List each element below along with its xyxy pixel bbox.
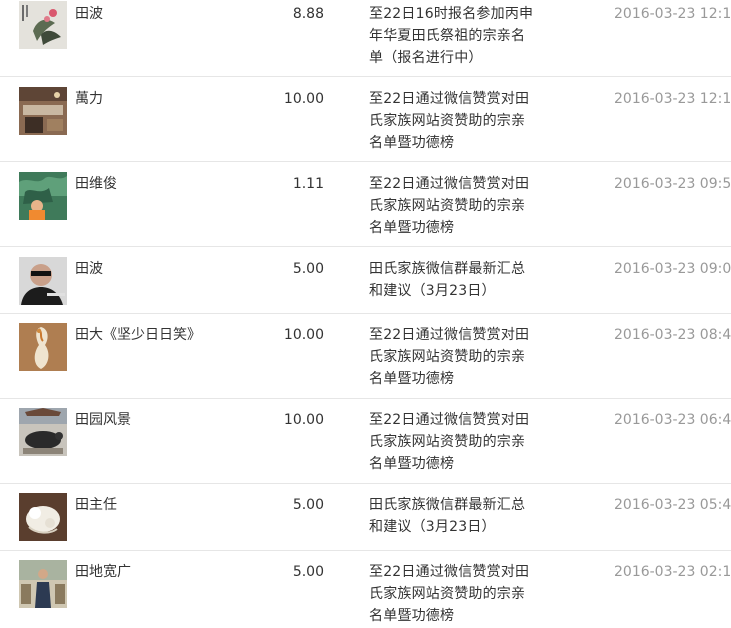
- donor-name[interactable]: 田波: [75, 261, 103, 277]
- room-interior-avatar[interactable]: [19, 87, 67, 135]
- donation-time: 2016-03-23 02:11: [614, 564, 731, 580]
- donation-amount: 5.00: [292, 261, 324, 277]
- donation-purpose-link[interactable]: 至22日通过微信赞赏对田氏家族网站资赞助的宗亲名单暨功德榜: [369, 173, 539, 239]
- turtle-statue-avatar[interactable]: [19, 408, 67, 456]
- list-item: 田主任 5.00 田氏家族微信群最新汇总和建议（3月23日） 2016-03-2…: [0, 484, 731, 551]
- donor-name[interactable]: 田大《坚少日日笑》: [75, 327, 201, 343]
- list-item: 萬力 10.00 至22日通过微信赞赏对田氏家族网站资赞助的宗亲名单暨功德榜 2…: [0, 77, 731, 162]
- donation-amount: 1.11: [292, 176, 324, 192]
- person-standing-avatar[interactable]: [19, 560, 67, 608]
- donor-name[interactable]: 田主任: [75, 497, 117, 513]
- donation-amount: 10.00: [283, 91, 324, 107]
- list-item: 田维俊 1.11 至22日通过微信赞赏对田氏家族网站资赞助的宗亲名单暨功德榜 2…: [0, 162, 731, 247]
- donation-time: 2016-03-23 12:15: [614, 91, 731, 107]
- white-jade-avatar[interactable]: [19, 493, 67, 541]
- donor-name[interactable]: 田维俊: [75, 176, 117, 192]
- donation-purpose-link[interactable]: 至22日通过微信赞赏对田氏家族网站资赞助的宗亲名单暨功德榜: [369, 324, 539, 390]
- donation-purpose-link[interactable]: 至22日通过微信赞赏对田氏家族网站资赞助的宗亲名单暨功德榜: [369, 561, 539, 627]
- plants-person-avatar[interactable]: [19, 172, 67, 220]
- donor-name[interactable]: 田园风景: [75, 412, 131, 428]
- donation-amount: 5.00: [292, 564, 324, 580]
- donation-time: 2016-03-23 06:44: [614, 412, 731, 428]
- donor-name[interactable]: 田地宽广: [75, 564, 131, 580]
- list-item: 田地宽广 5.00 至22日通过微信赞赏对田氏家族网站资赞助的宗亲名单暨功德榜 …: [0, 551, 731, 628]
- donation-amount: 8.88: [292, 6, 324, 22]
- list-item: 田波 5.00 田氏家族微信群最新汇总和建议（3月23日） 2016-03-23…: [0, 247, 731, 314]
- calligraphy-painting-avatar[interactable]: [19, 1, 67, 49]
- donation-purpose-link[interactable]: 至22日通过微信赞赏对田氏家族网站资赞助的宗亲名单暨功德榜: [369, 88, 539, 154]
- donation-amount: 10.00: [283, 327, 324, 343]
- list-item: 田园风景 10.00 至22日通过微信赞赏对田氏家族网站资赞助的宗亲名单暨功德榜…: [0, 399, 731, 484]
- man-sunglasses-avatar[interactable]: [19, 257, 67, 305]
- list-item: 田波 8.88 至22日16时报名参加丙申年华夏田氏祭祖的宗亲名单（报名进行中）…: [0, 0, 731, 77]
- donation-purpose-link[interactable]: 至22日通过微信赞赏对田氏家族网站资赞助的宗亲名单暨功德榜: [369, 409, 539, 475]
- donation-list: 田波 8.88 至22日16时报名参加丙申年华夏田氏祭祖的宗亲名单（报名进行中）…: [0, 0, 731, 628]
- donor-name[interactable]: 田波: [75, 6, 103, 22]
- donation-time: 2016-03-23 12:16: [614, 6, 731, 22]
- donation-time: 2016-03-23 05:44: [614, 497, 731, 513]
- donation-amount: 5.00: [292, 497, 324, 513]
- donation-purpose-link[interactable]: 田氏家族微信群最新汇总和建议（3月23日）: [369, 494, 539, 538]
- donor-name[interactable]: 萬力: [75, 91, 103, 107]
- donation-time: 2016-03-23 09:04: [614, 261, 731, 277]
- donation-amount: 10.00: [283, 412, 324, 428]
- donation-time: 2016-03-23 09:51: [614, 176, 731, 192]
- donation-purpose-link[interactable]: 田氏家族微信群最新汇总和建议（3月23日）: [369, 258, 539, 302]
- jade-carving-avatar[interactable]: [19, 323, 67, 371]
- donation-purpose-link[interactable]: 至22日16时报名参加丙申年华夏田氏祭祖的宗亲名单（报名进行中）: [369, 3, 539, 69]
- list-item: 田大《坚少日日笑》 10.00 至22日通过微信赞赏对田氏家族网站资赞助的宗亲名…: [0, 314, 731, 399]
- donation-time: 2016-03-23 08:49: [614, 327, 731, 343]
